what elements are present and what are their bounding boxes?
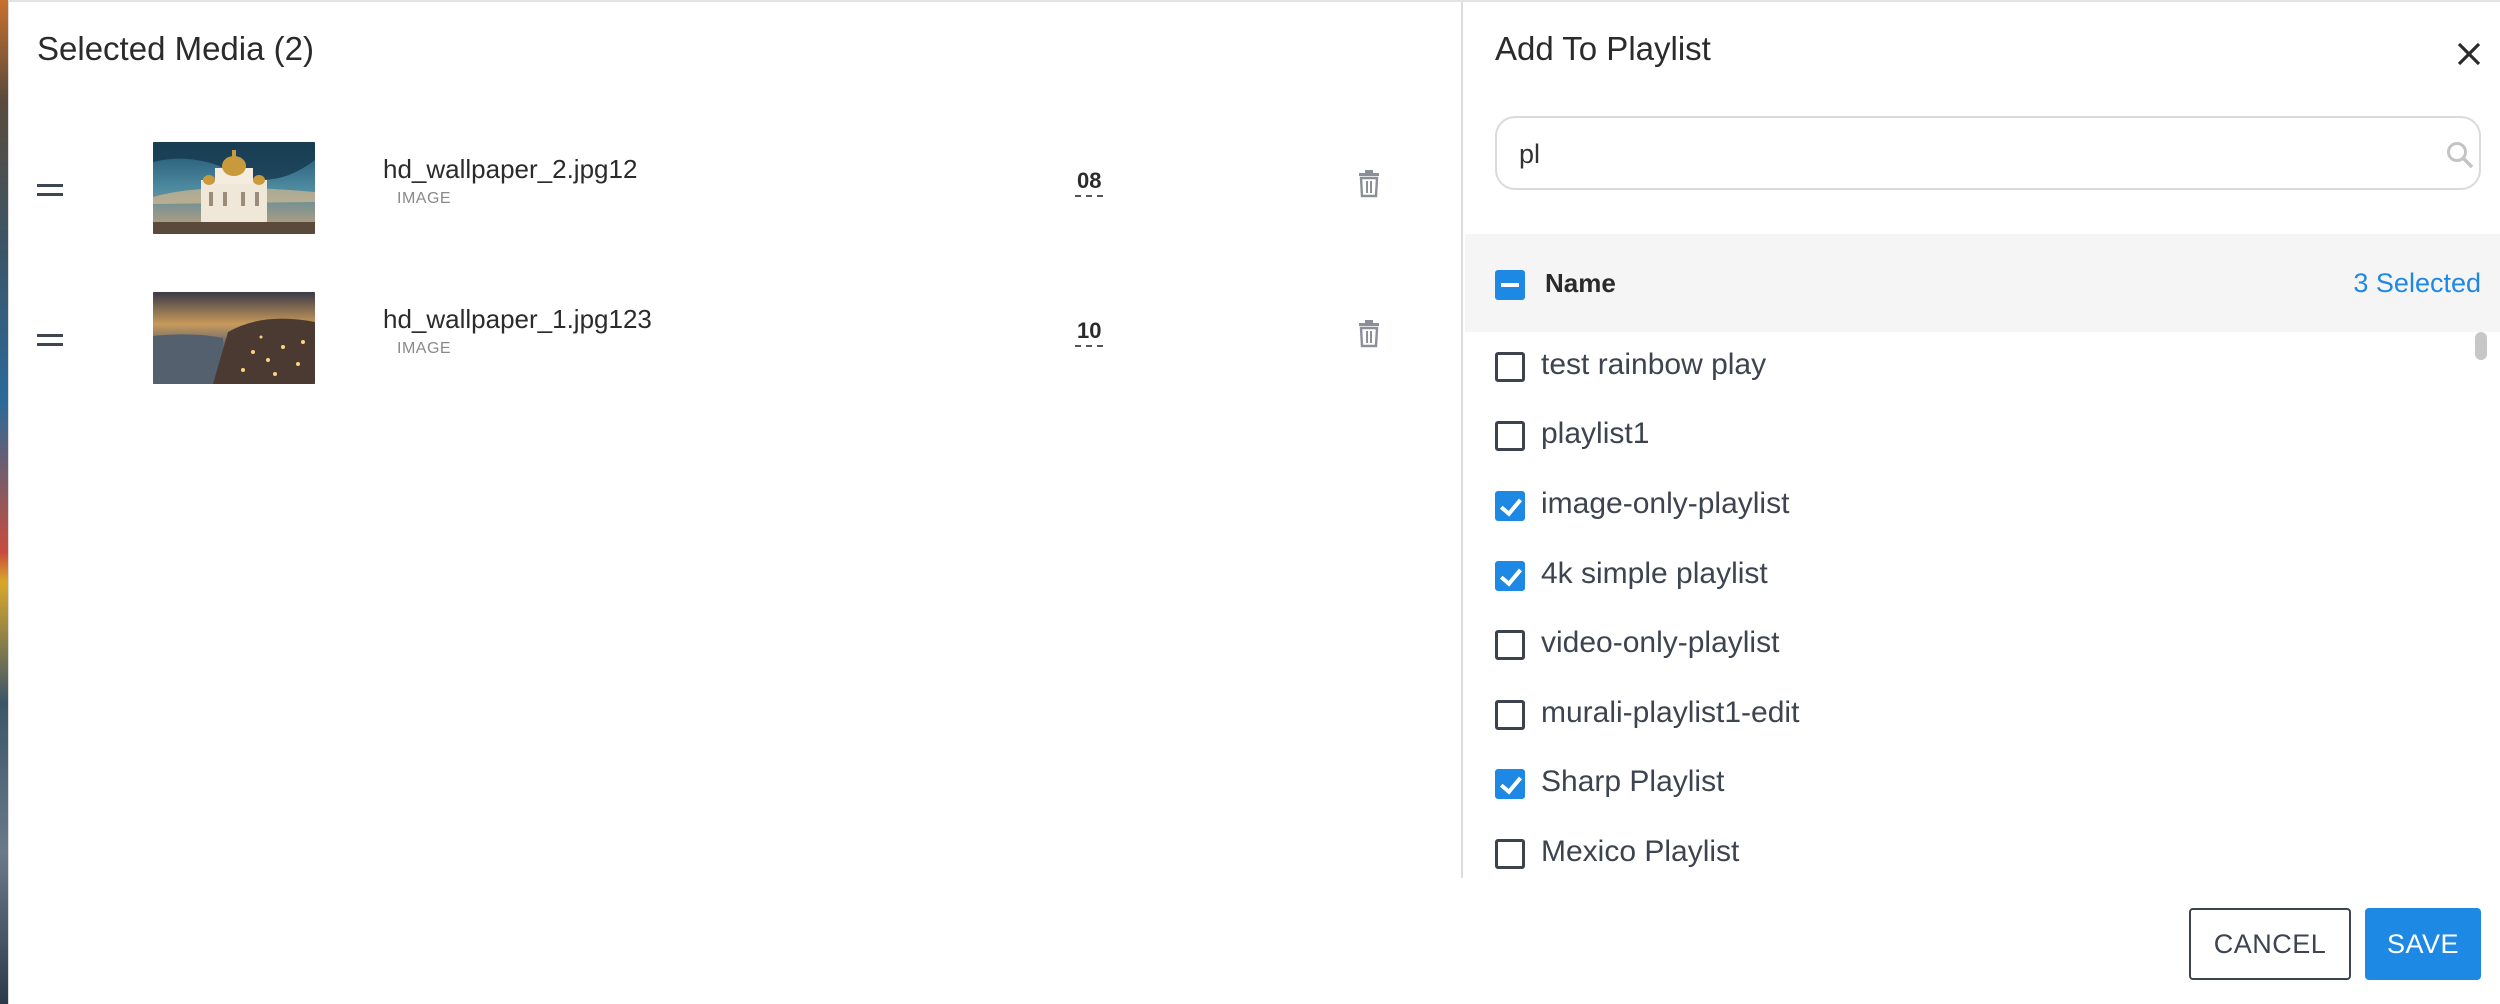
media-thumbnail [153,142,315,234]
trash-icon[interactable] [1357,320,1381,348]
trash-icon[interactable] [1357,170,1381,198]
playlist-checkbox[interactable] [1495,491,1525,521]
playlist-checkbox[interactable] [1495,700,1525,730]
playlist-checkbox[interactable] [1495,421,1525,451]
search-box [1495,116,2481,190]
column-name-header: Name [1545,268,1616,298]
playlist-label: video-only-playlist [1541,626,1780,659]
playlist-list[interactable]: test rainbow play playlist1 image-only-p… [1465,332,2500,878]
playlist-label: playlist1 [1541,417,1650,450]
playlist-item[interactable]: Sharp Playlist [1465,749,2465,809]
save-button[interactable]: SAVE [2365,908,2481,980]
add-to-playlist-dialog: Selected Media (2) hd_wallpaper_2.jpg12 … [8,0,2500,1004]
panel-title: Add To Playlist [1495,30,1711,67]
playlist-checkbox[interactable] [1495,630,1525,660]
cancel-button[interactable]: CANCEL [2189,908,2351,980]
list-header: Name 3 Selected [1465,234,2500,332]
drag-handle-icon[interactable] [37,184,63,196]
duration-value[interactable]: 08 [1075,168,1104,197]
playlist-label: murali-playlist1-edit [1541,696,1800,729]
duration-value[interactable]: 10 [1075,318,1104,347]
playlist-item[interactable]: murali-playlist1-edit [1465,680,2465,740]
drag-handle-icon[interactable] [37,334,63,346]
playlist-item[interactable]: image-only-playlist [1465,471,2465,531]
playlist-item[interactable]: test rainbow play [1465,332,2465,392]
search-icon[interactable] [2445,140,2475,170]
playlist-item[interactable]: video-only-playlist [1465,610,2465,670]
playlist-item[interactable]: Mexico Playlist [1465,819,2465,878]
playlist-item[interactable]: 4k simple playlist [1465,541,2465,601]
media-type: IMAGE [397,190,452,207]
search-input[interactable] [1519,130,2399,178]
playlist-checkbox[interactable] [1495,769,1525,799]
media-name: hd_wallpaper_1.jpg123 [383,304,652,334]
playlist-checkbox[interactable] [1495,352,1525,382]
playlist-label: 4k simple playlist [1541,557,1768,590]
media-row: hd_wallpaper_2.jpg12 IMAGE 08 [9,142,1463,282]
playlist-label: image-only-playlist [1541,487,1790,520]
selected-media-panel: Selected Media (2) hd_wallpaper_2.jpg12 … [9,2,1463,878]
selected-count: 3 Selected [2353,268,2481,298]
playlist-checkbox[interactable] [1495,561,1525,591]
playlist-checkbox[interactable] [1495,839,1525,869]
media-row: hd_wallpaper_1.jpg123 IMAGE 10 [9,292,1463,432]
media-name: hd_wallpaper_2.jpg12 [383,154,638,184]
select-all-checkbox[interactable] [1495,270,1525,300]
scrollbar-thumb[interactable] [2475,332,2487,360]
close-icon[interactable] [2451,36,2487,72]
playlist-label: test rainbow play [1541,348,1767,381]
playlist-item[interactable]: playlist1 [1465,401,2465,461]
media-type: IMAGE [397,340,452,357]
media-thumbnail [153,292,315,384]
playlist-label: Sharp Playlist [1541,765,1725,798]
selected-media-title: Selected Media (2) [37,30,314,67]
playlist-label: Mexico Playlist [1541,835,1740,868]
add-to-playlist-panel: Add To Playlist Name 3 Selected [1465,2,2500,1004]
